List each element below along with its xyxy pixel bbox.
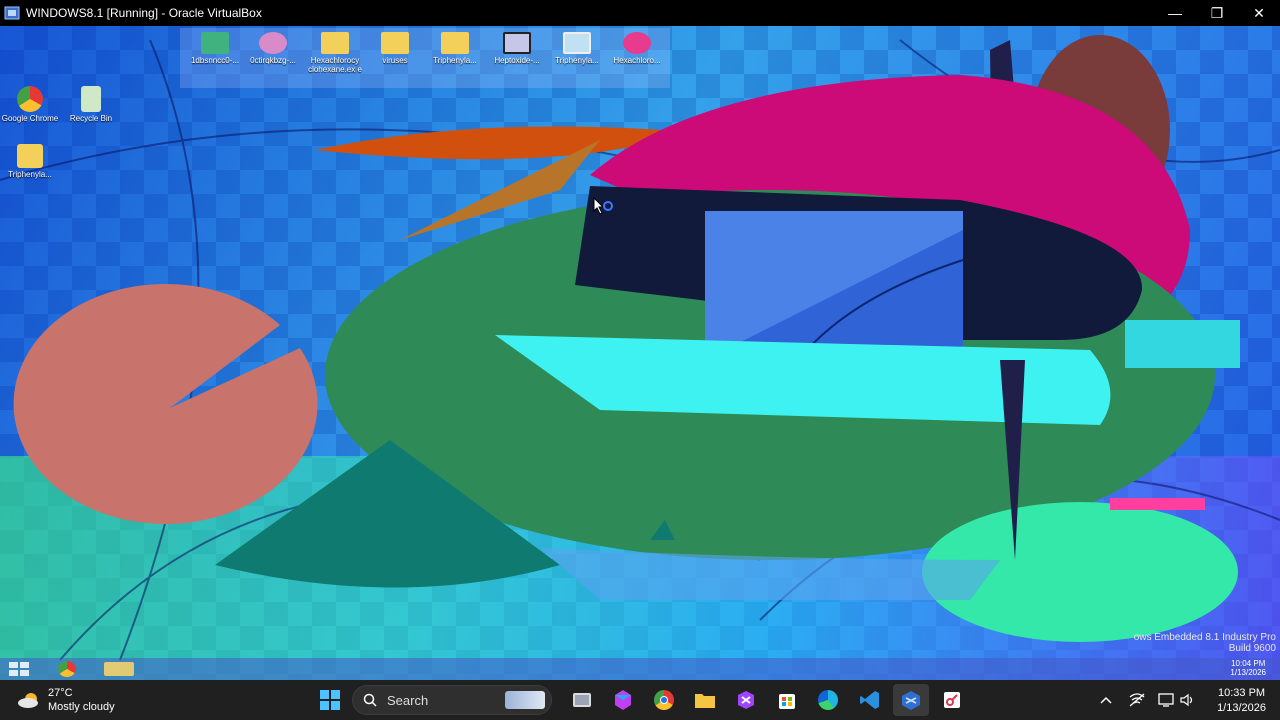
virtualbox-title-bar[interactable]: WINDOWS8.1 [Running] - Oracle VirtualBox… xyxy=(0,0,1280,26)
salmon-pacman xyxy=(13,283,318,524)
monitor-tray[interactable] xyxy=(1156,680,1176,720)
guest-clock[interactable]: 10:04 PM 1/13/2026 xyxy=(1230,659,1266,677)
vscode-icon xyxy=(860,691,879,709)
task-view-button[interactable] xyxy=(564,684,600,716)
folder-icon xyxy=(17,144,43,168)
restore-button[interactable]: ❐ xyxy=(1196,0,1238,26)
desktop-icon[interactable]: Hexachloro... xyxy=(606,32,668,65)
search-highlight-icon xyxy=(505,691,545,709)
window-icon xyxy=(563,32,591,54)
snipping-tool-icon xyxy=(944,692,960,708)
microsoft-store-button[interactable] xyxy=(769,684,805,716)
help-icon xyxy=(623,32,651,54)
recycle-bin-icon xyxy=(81,86,101,112)
desktop-icon-recycle-bin[interactable]: Recycle Bin xyxy=(61,86,121,123)
guest-taskbar: 10:04 PM 1/13/2026 xyxy=(0,658,1280,680)
visual-studio-icon xyxy=(738,691,754,709)
task-view-icon xyxy=(573,693,591,707)
m365-button[interactable] xyxy=(605,684,641,716)
glitch-shapes xyxy=(0,35,1280,661)
folder-icon xyxy=(321,32,349,54)
guest-folder-icon[interactable] xyxy=(104,662,134,676)
weather-temp: 27°C xyxy=(48,687,73,699)
speaker-icon xyxy=(1180,693,1193,707)
windows-logo-icon xyxy=(320,690,340,710)
show-hidden-icons[interactable] xyxy=(1096,680,1116,720)
folder-icon xyxy=(441,32,469,54)
guest-start-icon[interactable] xyxy=(8,661,30,677)
desktop-icon[interactable]: viruses xyxy=(364,32,426,65)
desktop-icon[interactable]: Hexachlorocy clohexane.ex e xyxy=(304,32,366,74)
desktop-icon-folder[interactable]: Triphenyla... xyxy=(0,144,60,179)
start-button[interactable] xyxy=(312,684,348,716)
file-explorer-button[interactable] xyxy=(687,684,723,716)
desktop-icon-chrome[interactable]: Google Chrome xyxy=(0,86,60,123)
network-off-icon xyxy=(1129,693,1145,707)
system-clock[interactable]: 10:33 PM 1/13/2026 xyxy=(1217,686,1266,716)
cloud-icon xyxy=(18,693,38,708)
monitor-icon xyxy=(1158,693,1174,707)
file-icon xyxy=(201,32,229,54)
minimize-button[interactable]: — xyxy=(1154,0,1196,26)
pink-strip xyxy=(1110,498,1205,510)
chrome-icon xyxy=(17,86,43,112)
clock-date: 1/13/2026 xyxy=(1217,702,1266,714)
window-title: WINDOWS8.1 [Running] - Oracle VirtualBox xyxy=(26,6,262,20)
window-icon xyxy=(503,32,531,54)
chrome-icon xyxy=(654,690,674,710)
busy-cursor-icon xyxy=(593,197,613,215)
chrome-button[interactable] xyxy=(646,684,682,716)
weather-condition: Mostly cloudy xyxy=(48,701,115,713)
clock-time: 10:33 PM xyxy=(1217,687,1266,699)
desktop-icon[interactable]: 1dbsnncc0-... xyxy=(184,32,246,65)
snipping-tool-button[interactable] xyxy=(934,684,970,716)
search-label: Search xyxy=(387,692,429,708)
top-icon-strip: 1dbsnncc0-... 0ctirqkbzg-... Hexachloroc… xyxy=(180,28,670,88)
edge-button[interactable] xyxy=(810,684,846,716)
virtualbox-icon xyxy=(4,6,20,20)
chevron-up-icon xyxy=(1100,696,1112,704)
virtualbox-button[interactable] xyxy=(893,684,929,716)
volume-tray[interactable] xyxy=(1178,680,1198,720)
edge-icon xyxy=(818,690,838,710)
taskbar-search[interactable]: Search xyxy=(352,685,552,715)
folder-icon xyxy=(695,694,715,708)
desktop-icon[interactable]: Heptoxide-... xyxy=(486,32,548,65)
desktop-icon[interactable]: Triphenyla... xyxy=(424,32,486,65)
search-icon xyxy=(363,693,377,707)
close-button[interactable]: ✕ xyxy=(1238,0,1280,26)
weather-widget[interactable]: 27°C Mostly cloudy xyxy=(16,686,115,714)
visual-studio-button[interactable] xyxy=(728,684,764,716)
guest-chrome-icon[interactable] xyxy=(58,661,76,677)
virtualbox-icon xyxy=(902,691,920,710)
disc-icon xyxy=(259,32,287,54)
store-icon xyxy=(779,694,795,709)
guest-display[interactable]: 1dbsnncc0-... 0ctirqkbzg-... Hexachloroc… xyxy=(0,26,1280,680)
desktop-icon[interactable]: 0ctirqkbzg-... xyxy=(242,32,304,65)
vscode-button[interactable] xyxy=(852,684,888,716)
folder-icon xyxy=(381,32,409,54)
screen: WINDOWS8.1 [Running] - Oracle VirtualBox… xyxy=(0,0,1280,720)
desktop-icon[interactable]: Triphenyla... xyxy=(546,32,608,65)
vpn-tray[interactable] xyxy=(1126,680,1148,720)
m365-icon xyxy=(615,690,631,710)
windows-watermark: ows Embedded 8.1 Industry Pro Build 9600 xyxy=(1133,632,1276,654)
host-taskbar: 27°C Mostly cloudy Search 10:33 PM 1/13/… xyxy=(0,680,1280,720)
cyan-block xyxy=(1125,320,1240,368)
